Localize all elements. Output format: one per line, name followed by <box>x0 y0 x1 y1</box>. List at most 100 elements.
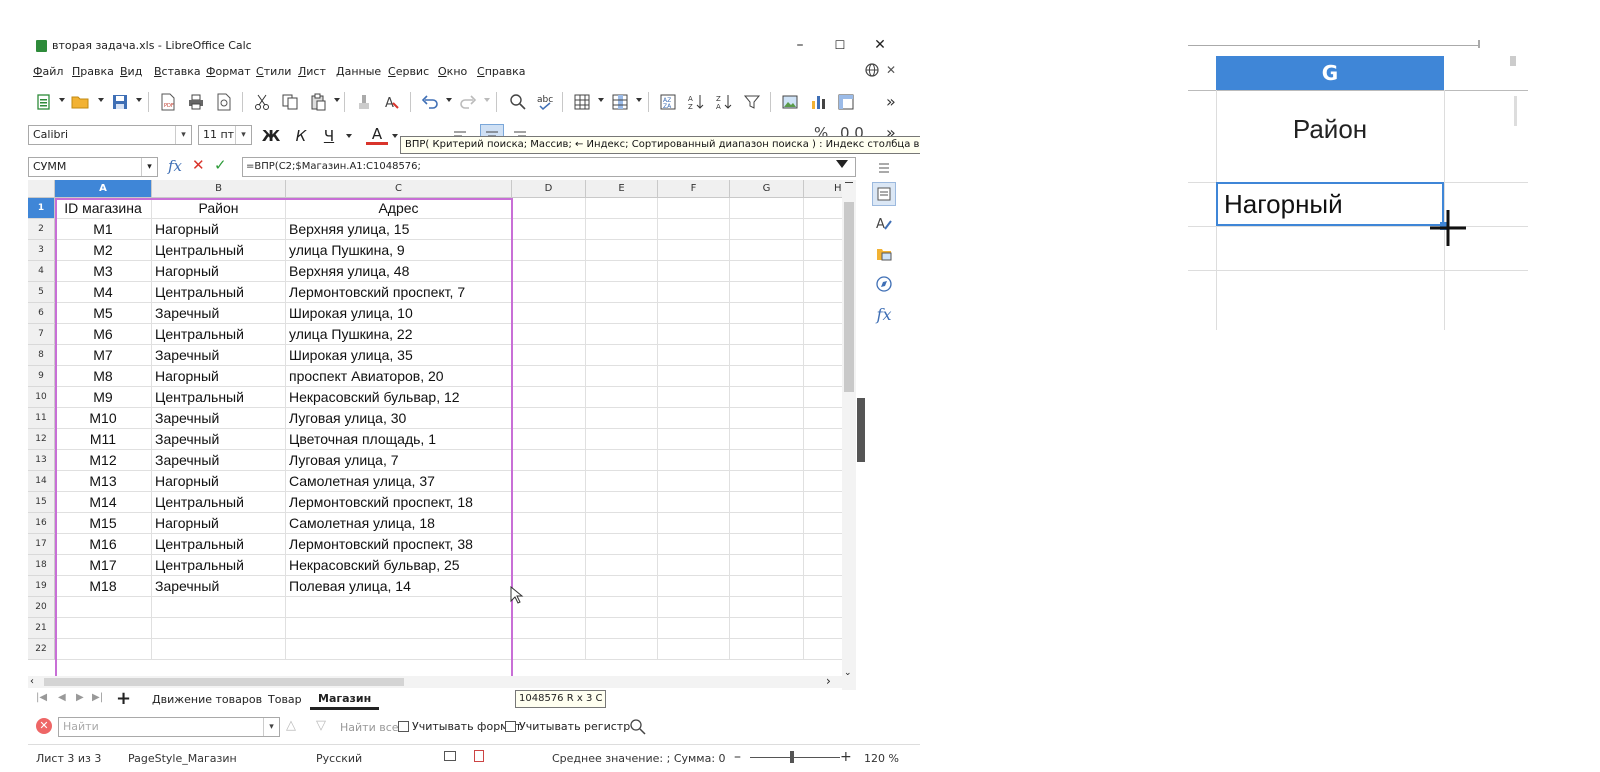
empty-cell[interactable] <box>286 639 512 660</box>
bold-button[interactable]: Ж <box>260 125 282 147</box>
column-header-a[interactable]: A <box>55 180 152 198</box>
empty-cell[interactable] <box>152 597 286 618</box>
menu-view[interactable]: Вид <box>120 65 142 78</box>
table-cell[interactable]: Заречный <box>152 408 286 429</box>
properties-icon[interactable] <box>872 182 896 206</box>
table-cell[interactable]: Центральный <box>152 387 286 408</box>
empty-cell[interactable] <box>512 303 586 324</box>
column-header-h[interactable]: H <box>804 180 842 198</box>
empty-cell[interactable] <box>512 534 586 555</box>
row-header[interactable]: 15 <box>28 492 55 513</box>
empty-cell[interactable] <box>586 261 658 282</box>
prev-sheet-icon[interactable]: ◀ <box>58 692 66 703</box>
empty-cell[interactable] <box>586 345 658 366</box>
row-icon[interactable] <box>570 90 594 114</box>
table-cell[interactable]: M16 <box>55 534 152 555</box>
empty-cell[interactable] <box>512 513 586 534</box>
empty-cell[interactable] <box>286 618 512 639</box>
row-header[interactable]: 19 <box>28 576 55 597</box>
find-previous-icon[interactable]: △ <box>286 718 296 733</box>
empty-cell[interactable] <box>658 366 730 387</box>
empty-cell[interactable] <box>730 492 804 513</box>
empty-cell[interactable] <box>658 576 730 597</box>
paste-icon[interactable] <box>306 90 330 114</box>
menu-sheet[interactable]: Лист <box>298 65 326 78</box>
table-cell[interactable]: Центральный <box>152 324 286 345</box>
zoom-active-cell[interactable]: Нагорный <box>1216 182 1444 226</box>
empty-cell[interactable] <box>730 282 804 303</box>
empty-cell[interactable] <box>586 618 658 639</box>
match-format-checkbox[interactable] <box>398 721 409 732</box>
save-dropdown-arrow-icon[interactable] <box>136 98 142 102</box>
empty-cell[interactable] <box>804 366 842 387</box>
formula-input[interactable]: =ВПР(C2;$Магазин.A1:C1048576; <box>242 157 856 177</box>
empty-cell[interactable] <box>586 492 658 513</box>
insert-chart-icon[interactable] <box>806 90 830 114</box>
empty-cell[interactable] <box>658 261 730 282</box>
status-language[interactable]: Русский <box>316 752 362 765</box>
print-icon[interactable] <box>184 90 208 114</box>
table-cell[interactable]: M18 <box>55 576 152 597</box>
gallery-icon[interactable] <box>872 242 896 266</box>
empty-cell[interactable] <box>730 240 804 261</box>
table-cell[interactable]: M10 <box>55 408 152 429</box>
table-cell[interactable]: Верхняя улица, 48 <box>286 261 512 282</box>
empty-cell[interactable] <box>586 450 658 471</box>
table-cell[interactable]: улица Пушкина, 22 <box>286 324 512 345</box>
menu-tools[interactable]: Сервис <box>388 65 429 78</box>
functions-icon[interactable]: fx <box>872 302 896 326</box>
empty-cell[interactable] <box>658 324 730 345</box>
row-header[interactable]: 8 <box>28 345 55 366</box>
empty-cell[interactable] <box>586 303 658 324</box>
empty-cell[interactable] <box>804 471 842 492</box>
insert-mode-icon[interactable] <box>444 751 456 761</box>
function-wizard-icon[interactable]: fx <box>168 157 182 175</box>
sidebar-collapse-handle[interactable] <box>857 398 865 462</box>
paste-dropdown-arrow-icon[interactable] <box>334 98 340 102</box>
column-header-f[interactable]: F <box>658 180 730 198</box>
open-folder-icon[interactable] <box>68 90 92 114</box>
empty-cell[interactable] <box>658 492 730 513</box>
table-cell[interactable]: M5 <box>55 303 152 324</box>
empty-cell[interactable] <box>804 576 842 597</box>
empty-cell[interactable] <box>658 240 730 261</box>
table-cell[interactable]: Центральный <box>152 534 286 555</box>
row-header[interactable]: 3 <box>28 240 55 261</box>
empty-cell[interactable] <box>730 450 804 471</box>
font-size-box[interactable]: 11 пт ▾ <box>198 125 252 145</box>
row-header[interactable]: 6 <box>28 303 55 324</box>
empty-cell[interactable] <box>804 345 842 366</box>
undo-icon[interactable] <box>418 90 442 114</box>
empty-cell[interactable] <box>586 198 658 219</box>
empty-cell[interactable] <box>658 450 730 471</box>
empty-cell[interactable] <box>730 408 804 429</box>
row-header[interactable]: 17 <box>28 534 55 555</box>
table-cell[interactable]: Широкая улица, 10 <box>286 303 512 324</box>
empty-cell[interactable] <box>55 639 152 660</box>
toolbar-more-button[interactable]: » <box>886 92 896 111</box>
menu-help[interactable]: Справка <box>477 65 525 78</box>
redo-dropdown-arrow-icon[interactable] <box>484 98 490 102</box>
empty-cell[interactable] <box>512 324 586 345</box>
empty-cell[interactable] <box>730 387 804 408</box>
navigator-icon[interactable] <box>872 272 896 296</box>
empty-cell[interactable] <box>512 282 586 303</box>
empty-cell[interactable] <box>730 345 804 366</box>
empty-cell[interactable] <box>804 618 842 639</box>
underline-button[interactable]: Ч <box>318 125 340 147</box>
empty-cell[interactable] <box>730 639 804 660</box>
empty-cell[interactable] <box>730 597 804 618</box>
pivot-table-icon[interactable] <box>834 90 858 114</box>
table-cell[interactable]: Нагорный <box>152 261 286 282</box>
column-header-c[interactable]: C <box>286 180 512 198</box>
scroll-left-icon[interactable]: ‹ <box>30 676 34 687</box>
row-header[interactable]: 13 <box>28 450 55 471</box>
table-cell[interactable]: Лермонтовский проспект, 38 <box>286 534 512 555</box>
empty-cell[interactable] <box>730 618 804 639</box>
empty-cell[interactable] <box>512 387 586 408</box>
table-cell[interactable]: M3 <box>55 261 152 282</box>
table-cell[interactable]: Нагорный <box>152 366 286 387</box>
table-cell[interactable]: Заречный <box>152 576 286 597</box>
sidebar-menu-icon[interactable] <box>872 156 896 180</box>
new-dropdown-arrow-icon[interactable] <box>59 98 65 102</box>
